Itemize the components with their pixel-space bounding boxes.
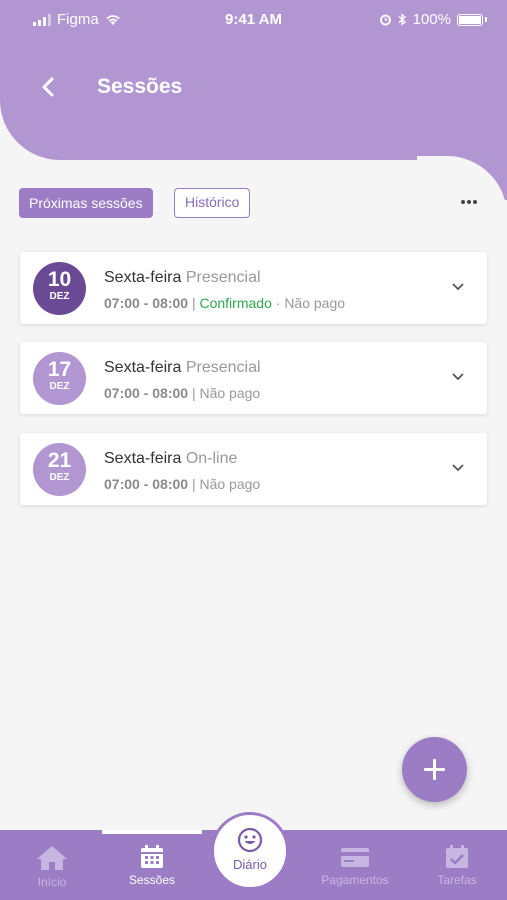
date-day: 17 (47, 358, 72, 381)
session-weekday: Sexta-feira (104, 269, 182, 286)
nav-pagamentos[interactable]: Pagamentos (305, 830, 405, 900)
nav-tarefas[interactable]: Tarefas (407, 830, 507, 900)
session-card[interactable]: 21 DEZ Sexta-feira On-line 07:00 - 08:00… (20, 433, 487, 505)
nav-diario[interactable]: Diário (211, 812, 289, 890)
session-title: Sexta-feira On-line (104, 450, 237, 468)
status-right: 100% (379, 11, 487, 28)
status-bar: Figma 9:41 AM 100% (0, 0, 507, 40)
session-weekday: Sexta-feira (104, 450, 182, 467)
session-time: 07:00 - 08:00 (104, 385, 189, 401)
session-card[interactable]: 10 DEZ Sexta-feira Presencial 07:00 - 08… (20, 252, 487, 324)
session-details: 07:00 - 08:00 | Não pago (104, 476, 261, 492)
tab-historico[interactable]: Histórico (174, 188, 251, 218)
battery-icon (457, 13, 483, 26)
back-arrow-icon[interactable] (36, 74, 62, 100)
session-title: Sexta-feira Presencial (104, 359, 261, 377)
page-title: Sessões (97, 75, 183, 98)
bluetooth-icon (398, 13, 406, 26)
more-options-icon[interactable] (461, 200, 477, 204)
alarm-icon (379, 14, 391, 26)
add-session-button[interactable] (402, 737, 467, 802)
session-payment: Não pago (284, 295, 346, 311)
smiley-icon (237, 827, 263, 853)
date-month: DEZ (49, 472, 70, 483)
nav-inicio-label: Início (37, 875, 67, 889)
session-time: 07:00 - 08:00 (104, 476, 189, 492)
calendar-check-icon (446, 845, 468, 868)
battery-label: 100% (412, 11, 451, 28)
session-weekday: Sexta-feira (104, 359, 182, 376)
session-mode: Presencial (185, 359, 261, 376)
plus-icon-vertical (433, 759, 436, 780)
nav-active-indicator (102, 830, 202, 834)
credit-card-icon (341, 848, 369, 867)
session-time: 07:00 - 08:00 (104, 295, 189, 311)
date-day: 21 (47, 449, 72, 472)
chevron-down-icon[interactable] (451, 463, 465, 473)
session-mode: Presencial (185, 269, 261, 286)
session-mode: On-line (185, 450, 238, 467)
session-title: Sexta-feira Presencial (104, 269, 261, 287)
date-badge: 21 DEZ (33, 443, 86, 496)
nav-pagamentos-label: Pagamentos (321, 873, 389, 887)
tab-proximas-sessoes[interactable]: Próximas sessões (19, 188, 153, 218)
date-month: DEZ (49, 291, 70, 302)
date-month: DEZ (49, 381, 70, 392)
date-day: 10 (47, 268, 72, 291)
session-payment: Não pago (199, 385, 261, 401)
date-badge: 10 DEZ (33, 262, 86, 315)
chevron-down-icon[interactable] (451, 372, 465, 382)
nav-sessoes-label: Sessões (128, 873, 176, 887)
session-payment: Não pago (199, 476, 261, 492)
calendar-icon (141, 845, 163, 868)
chevron-down-icon[interactable] (451, 282, 465, 292)
nav-diario-label: Diário (233, 857, 267, 872)
nav-sessoes[interactable]: Sessões (102, 830, 202, 900)
battery-tip (485, 17, 487, 22)
nav-tarefas-label: Tarefas (437, 873, 477, 887)
nav-inicio[interactable]: Início (2, 830, 102, 900)
session-details: 07:00 - 08:00 | Confirmado · Não pago (104, 295, 346, 311)
session-details: 07:00 - 08:00 | Não pago (104, 385, 261, 401)
session-status: Confirmado (199, 295, 272, 311)
session-card[interactable]: 17 DEZ Sexta-feira Presencial 07:00 - 08… (20, 342, 487, 414)
home-icon (37, 846, 67, 870)
date-badge: 17 DEZ (33, 352, 86, 405)
